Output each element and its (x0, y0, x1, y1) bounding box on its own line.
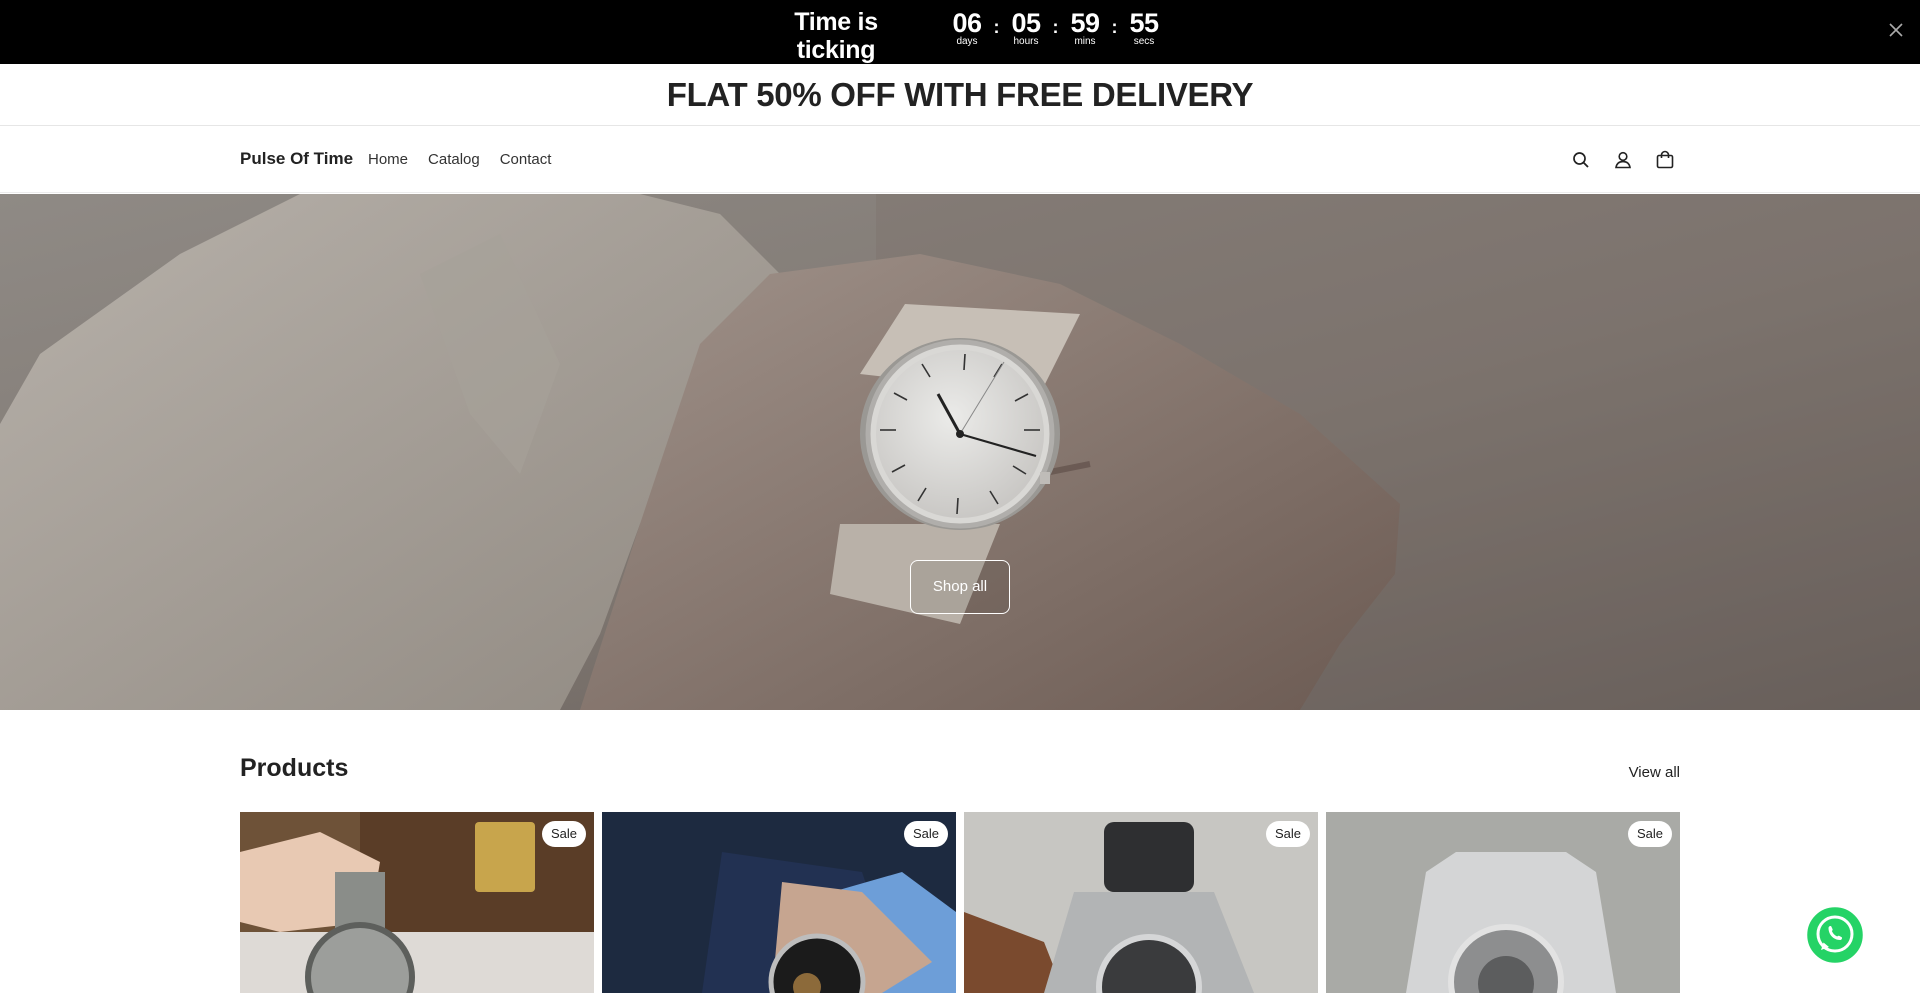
announcement-text: FLAT 50% OFF WITH FREE DELIVERY (666, 76, 1254, 113)
sale-badge: Sale (903, 821, 948, 847)
product-image (964, 812, 1318, 993)
header-icons (1550, 149, 1676, 171)
nav-contact[interactable]: Contact (500, 151, 552, 168)
countdown-hours: 05 hours (1005, 10, 1047, 48)
close-countdown-button[interactable] (1884, 18, 1908, 42)
sale-badge: Sale (1627, 821, 1672, 847)
sale-badge: Sale (1265, 821, 1310, 847)
product-image (602, 812, 956, 993)
countdown-separator: : (1111, 17, 1118, 37)
cart-button[interactable] (1654, 149, 1676, 171)
countdown-days: 06 days (946, 10, 988, 48)
countdown-separator: : (993, 17, 1000, 37)
search-icon (1573, 152, 1589, 168)
products-heading: Products (240, 754, 349, 782)
product-card[interactable]: Sale (1326, 812, 1680, 993)
countdown-secs-value: 55 (1129, 8, 1159, 38)
countdown-bar: Time is ticking Sale ends in: 06 days : … (0, 0, 1920, 82)
nav-catalog[interactable]: Catalog (428, 151, 480, 168)
store-logo[interactable]: Pulse Of Time (240, 149, 353, 169)
close-icon (1889, 23, 1903, 37)
countdown-hours-value: 05 (1011, 8, 1041, 38)
nav-home[interactable]: Home (368, 151, 408, 168)
main-nav: Home Catalog Contact (368, 151, 571, 168)
countdown-mins: 59 mins (1064, 10, 1106, 48)
announcement-bar: FLAT 50% OFF WITH FREE DELIVERY (0, 64, 1920, 126)
countdown-days-value: 06 (952, 8, 982, 38)
countdown-units: 06 days : 05 hours : 59 mins : 55 secs (946, 10, 1165, 48)
shop-all-button[interactable]: Shop all (910, 560, 1010, 614)
account-button[interactable] (1612, 149, 1634, 171)
view-all-link[interactable]: View all (1629, 764, 1680, 781)
site-header: Pulse Of Time Home Catalog Contact (0, 127, 1920, 193)
product-card[interactable]: Sale (964, 812, 1318, 993)
whatsapp-icon (1804, 904, 1866, 966)
countdown-mins-value: 59 (1070, 8, 1100, 38)
product-image (1326, 812, 1680, 993)
countdown-secs: 55 secs (1123, 10, 1165, 48)
product-card[interactable]: Sale (240, 812, 594, 993)
countdown-title: Time is ticking (794, 8, 878, 64)
countdown-separator: : (1052, 17, 1059, 37)
hero-banner: Shop all (0, 194, 1920, 710)
account-icon (1615, 151, 1631, 169)
whatsapp-chat-button[interactable] (1804, 904, 1866, 966)
sale-badge: Sale (541, 821, 586, 847)
hero-image (0, 194, 1920, 710)
search-button[interactable] (1570, 149, 1592, 171)
product-card[interactable]: Sale (602, 812, 956, 993)
cart-icon (1656, 150, 1674, 169)
product-image (240, 812, 594, 993)
